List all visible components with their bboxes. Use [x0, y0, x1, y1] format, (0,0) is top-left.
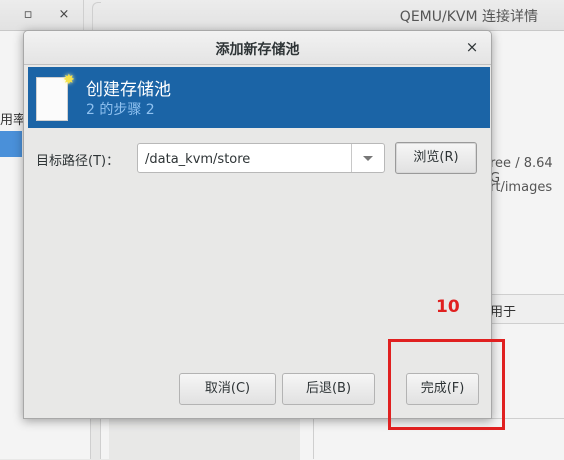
dialog-title: 添加新存储池 — [215, 42, 300, 58]
browse-button[interactable]: 浏览(R) — [395, 142, 477, 174]
target-path-input[interactable] — [145, 150, 350, 168]
titlebar-separator — [83, 0, 84, 30]
selected-pool-row[interactable] — [0, 131, 22, 157]
close-icon[interactable]: × — [463, 38, 481, 56]
wizard-title: 创建存储池 — [86, 80, 171, 100]
target-path-combo[interactable] — [137, 143, 385, 173]
target-path-label: 目标路径(T)： — [36, 154, 120, 169]
target-path-dropdown-button[interactable] — [351, 144, 384, 172]
wizard-step: 2 的步骤 2 — [86, 102, 155, 118]
annotation-step-number: 10 — [436, 297, 460, 317]
volume-list-header: 用于 — [480, 294, 564, 324]
background-bottom-separator — [313, 418, 314, 459]
back-button[interactable]: 后退(B) — [282, 373, 375, 405]
wizard-banner: ✸ 创建存储池 2 的步骤 2 — [28, 67, 490, 128]
annotation-highlight-box — [388, 339, 505, 430]
target-path-row: 目标路径(T)： 浏览(R) — [24, 141, 491, 177]
background-window-title: QEMU/KVM 连接详情 — [399, 9, 538, 25]
used-by-column-header: 用于 — [490, 305, 517, 320]
restore-icon[interactable]: ▫ — [18, 5, 38, 25]
pool-path-text: rt/images — [490, 180, 553, 195]
sparkle-icon: ✸ — [63, 72, 75, 88]
dialog-titlebar: 添加新存储池 × — [24, 31, 491, 65]
background-titlebar: ▫ × QEMU/KVM 连接详情 — [0, 0, 564, 31]
chevron-down-icon — [363, 156, 373, 161]
close-icon[interactable]: × — [54, 5, 74, 25]
cancel-button[interactable]: 取消(C) — [179, 373, 276, 405]
tab-edge — [92, 2, 101, 31]
